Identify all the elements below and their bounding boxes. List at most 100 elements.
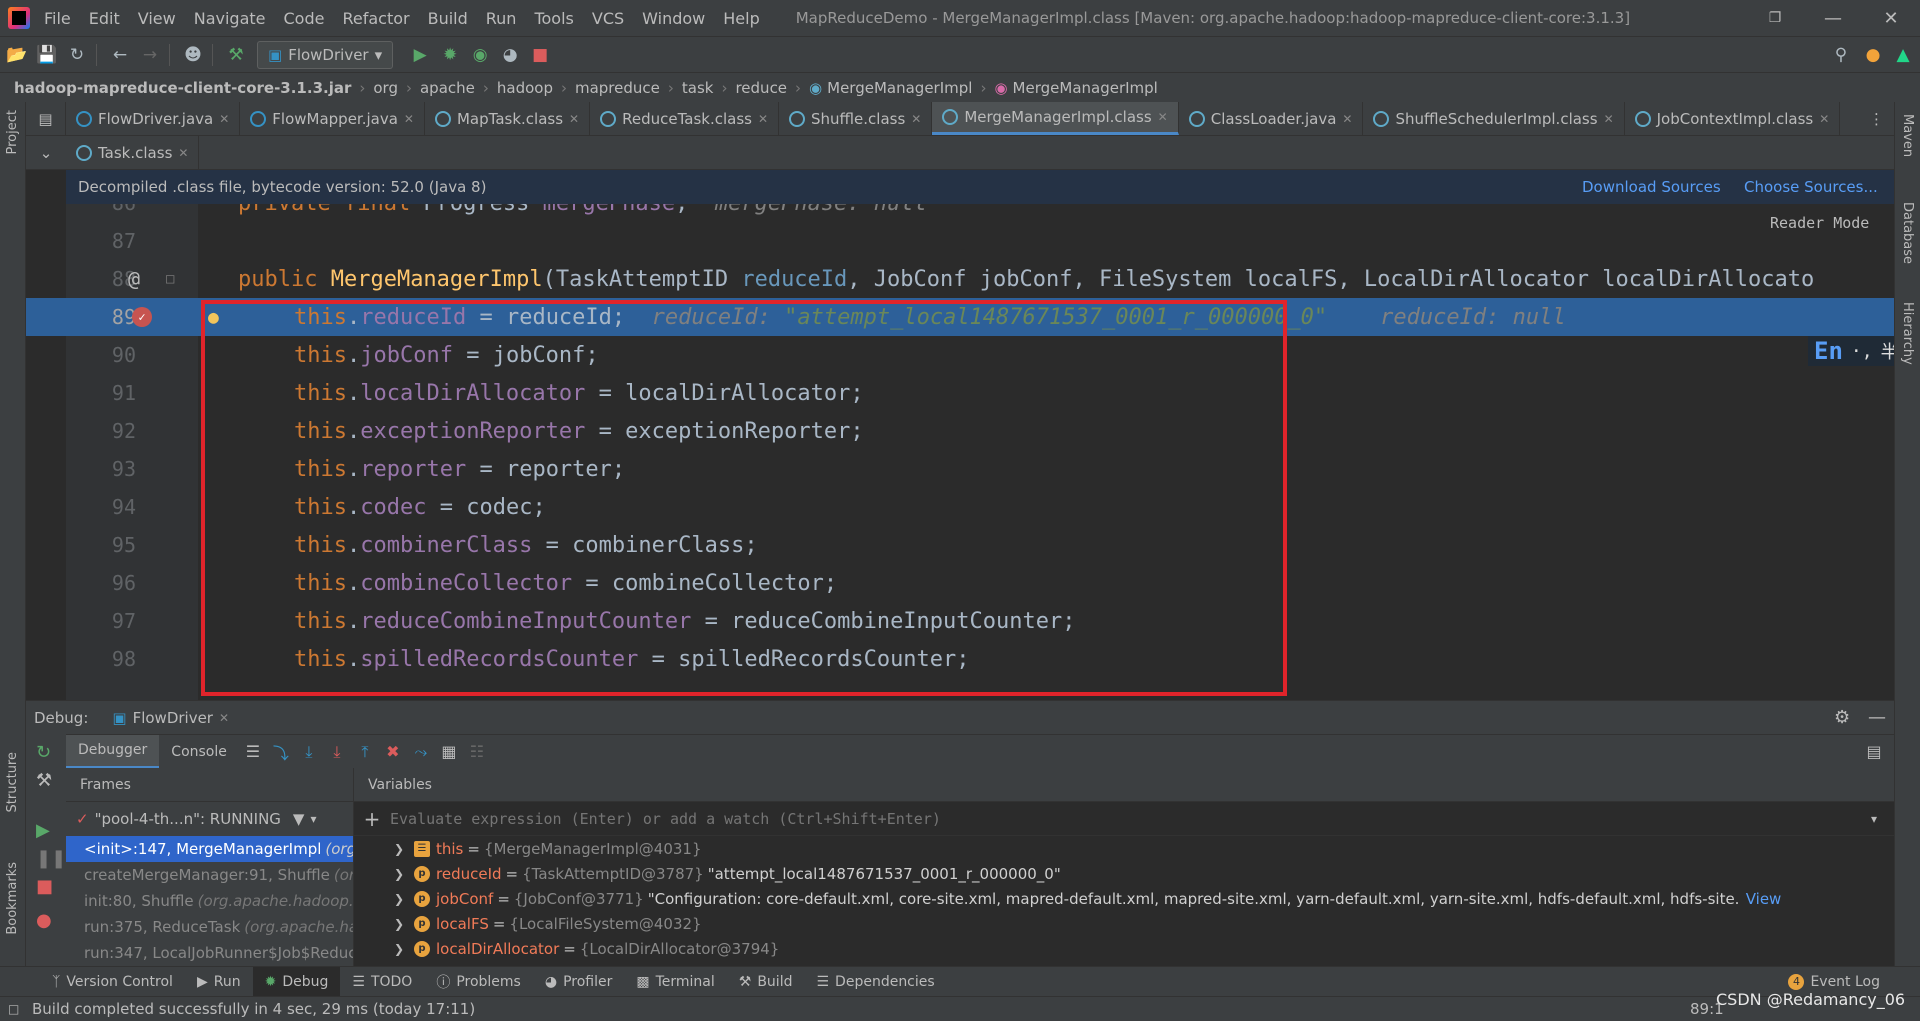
tab-mergemanagerimpl-class[interactable]: MergeManagerImpl.class ✕: [932, 102, 1179, 135]
structure-tool-tab[interactable]: Structure: [5, 752, 20, 812]
variable-row[interactable]: ❯ p jobConf = {JobConf@3771} "Configuration…: [354, 886, 1894, 911]
evaluate-expression-input[interactable]: [390, 803, 1854, 834]
tab-run[interactable]: ▶ Run: [185, 967, 253, 997]
breadcrumb-mapreduce[interactable]: mapreduce: [575, 79, 660, 97]
breadcrumb-class[interactable]: MergeManagerImpl: [827, 79, 972, 97]
run-to-cursor-icon[interactable]: ⤳: [407, 742, 435, 762]
build-hammer-icon[interactable]: ⚒: [223, 42, 249, 68]
close-icon[interactable]: ✕: [758, 112, 768, 126]
menu-view[interactable]: View: [138, 9, 176, 28]
more-tabs-icon[interactable]: ⋮: [1859, 102, 1894, 135]
tab-shuffleschedulerimpl-class[interactable]: ShuffleSchedulerImpl.class ✕: [1363, 102, 1625, 135]
save-icon[interactable]: 💾: [34, 42, 60, 68]
choose-sources-link[interactable]: Choose Sources...: [1744, 178, 1878, 196]
breadcrumb-reduce[interactable]: reduce: [735, 79, 787, 97]
hierarchy-tool-tab[interactable]: Hierarchy: [1900, 302, 1915, 365]
frame-item[interactable]: <init>:147, MergeManagerImpl(org.: [66, 836, 353, 862]
debug-config-tab[interactable]: ▣ FlowDriver ✕: [112, 709, 229, 727]
close-icon[interactable]: ✕: [404, 112, 414, 126]
tab-shuffle-class[interactable]: Shuffle.class ✕: [779, 102, 933, 135]
wrench-icon[interactable]: ⚒: [36, 770, 52, 791]
close-icon[interactable]: ✕: [219, 112, 229, 126]
breadcrumb-method[interactable]: MergeManagerImpl: [1013, 79, 1158, 97]
close-icon[interactable]: ✕: [219, 711, 229, 725]
chevron-down-icon[interactable]: ▾: [1854, 812, 1894, 826]
sync-icon[interactable]: ↻: [64, 42, 90, 68]
bookmarks-tool-tab[interactable]: Bookmarks: [5, 862, 20, 935]
menu-code[interactable]: Code: [284, 9, 325, 28]
frame-item[interactable]: run:375, ReduceTask(org.apache.had: [66, 914, 353, 940]
expand-icon[interactable]: ❯: [394, 917, 408, 931]
collapse-icon[interactable]: ⌄: [26, 136, 66, 169]
fold-icon[interactable]: □: [166, 271, 174, 287]
resume-icon[interactable]: ▶: [36, 820, 50, 841]
open-folder-icon[interactable]: 📂: [4, 42, 30, 68]
tab-terminal[interactable]: ▩ Terminal: [624, 967, 726, 997]
trace-icon[interactable]: ☷: [463, 742, 491, 761]
tab-todo[interactable]: ☰ TODO: [340, 967, 424, 997]
user-icon[interactable]: ☻: [180, 42, 206, 68]
menu-navigate[interactable]: Navigate: [194, 9, 266, 28]
stop-icon[interactable]: ■: [527, 42, 553, 68]
run-configuration-dropdown[interactable]: ▣ FlowDriver ▾: [257, 40, 394, 69]
close-icon[interactable]: ✕: [1819, 112, 1829, 126]
rerun-icon[interactable]: ↻: [36, 742, 51, 763]
menu-window[interactable]: Window: [642, 9, 705, 28]
variable-row[interactable]: ❯ p localDirAllocator = {LocalDirAllocator…: [354, 936, 1894, 961]
breadcrumb-hadoop[interactable]: hadoop: [497, 79, 553, 97]
forward-icon[interactable]: →: [137, 42, 163, 68]
tab-build[interactable]: ⚒ Build: [727, 967, 805, 997]
status-toggle-icon[interactable]: □: [8, 1002, 19, 1016]
back-icon[interactable]: ←: [107, 42, 133, 68]
close-icon[interactable]: ✕: [569, 112, 579, 126]
breadcrumb-jar[interactable]: hadoop-mapreduce-client-core-3.1.3.jar: [14, 79, 351, 97]
menu-help[interactable]: Help: [723, 9, 759, 28]
download-sources-link[interactable]: Download Sources: [1582, 178, 1721, 196]
variable-row[interactable]: ❯ p localFS = {LocalFileSystem@4032}: [354, 911, 1894, 936]
close-icon[interactable]: ✕: [1604, 112, 1614, 126]
breadcrumb-apache[interactable]: apache: [420, 79, 475, 97]
frame-item[interactable]: init:80, Shuffle (org.apache.hadoop.m: [66, 888, 353, 914]
breakpoint-icon[interactable]: ✓: [132, 307, 152, 327]
tab-classloader-java[interactable]: ClassLoader.java ✕: [1179, 102, 1364, 135]
filter-icon[interactable]: ▼: [293, 810, 305, 828]
project-tool-tab[interactable]: Project: [5, 110, 20, 154]
tab-dependencies[interactable]: ☰ Dependencies: [804, 967, 946, 997]
menu-build[interactable]: Build: [428, 9, 468, 28]
menu-run[interactable]: Run: [486, 9, 517, 28]
tab-reducetask-class[interactable]: ReduceTask.class ✕: [590, 102, 780, 135]
tab-flowdriver-java[interactable]: FlowDriver.java ✕: [66, 102, 241, 135]
step-into-icon[interactable]: ⤓: [295, 742, 323, 762]
expand-icon[interactable]: ❯: [394, 942, 408, 956]
jetbrains-toolbox-icon[interactable]: ▲: [1890, 42, 1916, 68]
close-icon[interactable]: ✕: [1862, 0, 1920, 36]
menu-edit[interactable]: Edit: [89, 9, 120, 28]
tab-debugger[interactable]: Debugger: [66, 734, 160, 769]
tab-flowmapper-java[interactable]: FlowMapper.java ✕: [240, 102, 425, 135]
coverage-icon[interactable]: ◉: [467, 42, 493, 68]
tab-task-class[interactable]: Task.class ✕: [66, 136, 200, 169]
tab-maptask-class[interactable]: MapTask.class ✕: [425, 102, 591, 135]
close-icon[interactable]: ✕: [911, 112, 921, 126]
search-icon[interactable]: ⚲: [1828, 42, 1854, 68]
add-watch-icon[interactable]: +: [354, 807, 390, 831]
chevron-down-icon[interactable]: ▾: [310, 812, 316, 826]
expand-icon[interactable]: ❯: [394, 867, 408, 881]
debug-bug-icon[interactable]: ✹: [437, 42, 463, 68]
drop-frame-icon[interactable]: ✖: [379, 742, 407, 761]
minimize-icon[interactable]: —: [1804, 0, 1862, 36]
layout-menu-icon[interactable]: ☰: [239, 742, 267, 761]
reader-mode-toggle[interactable]: Reader Mode: [1770, 214, 1869, 232]
menu-refactor[interactable]: Refactor: [342, 9, 409, 28]
evaluate-expression-icon[interactable]: ▦: [435, 742, 463, 761]
status-message[interactable]: Build completed successfully in 4 sec, 2…: [32, 1000, 475, 1018]
restore-icon[interactable]: ❐: [1746, 0, 1804, 36]
stop-icon[interactable]: ■: [36, 876, 53, 897]
intention-bulb-icon[interactable]: ●: [208, 307, 219, 328]
tab-console[interactable]: Console: [159, 735, 239, 769]
breadcrumb-task[interactable]: task: [682, 79, 714, 97]
close-icon[interactable]: ✕: [1158, 110, 1168, 124]
gear-icon[interactable]: ⚙: [1834, 707, 1850, 728]
menu-tools[interactable]: Tools: [534, 9, 573, 28]
code-editor[interactable]: 86 private final Progress mergePhase; me…: [26, 204, 1894, 700]
